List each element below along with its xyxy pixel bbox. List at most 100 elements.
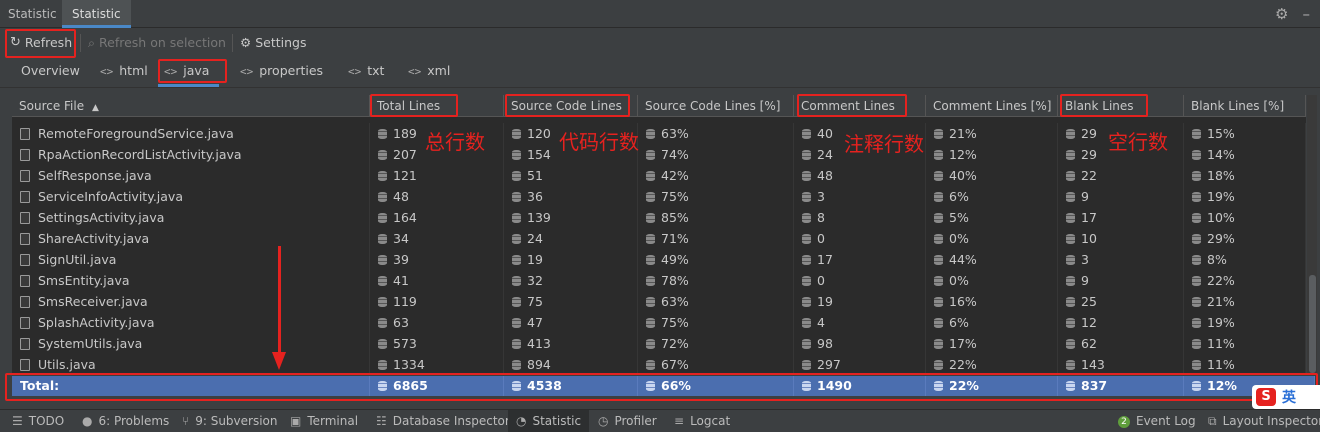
cell-value: 837 xyxy=(1081,378,1108,393)
cell-source-code-lines-percent: 75% xyxy=(638,312,794,333)
tab-txt[interactable]: <> txt xyxy=(348,58,384,87)
database-icon xyxy=(934,213,943,223)
database-icon xyxy=(512,360,521,370)
tab-java[interactable]: <> java xyxy=(158,58,220,87)
table-row[interactable]: SelfResponse.java 121 51 42% 48 40% 22 18% xyxy=(12,165,1306,186)
code-icon: <> xyxy=(348,65,362,78)
database-icon xyxy=(802,192,811,202)
cell-source-code-lines-percent: 67% xyxy=(638,354,794,375)
tab-properties[interactable]: <> properties xyxy=(240,58,323,87)
cell-value: 63% xyxy=(661,126,689,141)
cell-source-code-lines-percent: 74% xyxy=(638,144,794,165)
cell-value: 10 xyxy=(1081,231,1097,246)
table-row[interactable]: Utils.java 1334 894 67% 297 22% 143 11% xyxy=(12,354,1306,375)
refresh-on-selection-label: Refresh on selection xyxy=(99,35,226,50)
ime-indicator[interactable]: S 英 xyxy=(1252,385,1320,409)
database-icon xyxy=(512,192,521,202)
problems-button[interactable]: ● 6: Problems xyxy=(82,410,169,432)
cell-value: 6865 xyxy=(393,378,428,393)
minimize-icon[interactable]: – xyxy=(1303,5,1311,23)
database-icon xyxy=(378,381,387,391)
cell-value: 29 xyxy=(1081,147,1097,162)
cell-total-lines: 34 xyxy=(370,228,504,249)
cell-value: 29 xyxy=(1081,126,1097,141)
cell-value: Utils.java xyxy=(38,357,96,372)
table-row[interactable]: ShareActivity.java 34 24 71% 0 0% 10 29% xyxy=(12,228,1306,249)
database-icon xyxy=(1192,150,1201,160)
cell-blank-lines-percent: 11% xyxy=(1184,354,1306,375)
tab-label: properties xyxy=(259,63,324,78)
cell-value: SplashActivity.java xyxy=(38,315,155,330)
database-icon xyxy=(378,150,387,160)
database-icon xyxy=(934,192,943,202)
database-icon xyxy=(1192,129,1201,139)
cell-source-file: RpaActionRecordListActivity.java xyxy=(12,144,370,165)
tab-statistic-2[interactable]: Statistic xyxy=(62,0,131,28)
statistic-button[interactable]: ◔ Statistic xyxy=(508,410,590,432)
event-log-button[interactable]: 2 Event Log xyxy=(1118,410,1196,432)
cell-value: 44% xyxy=(949,252,977,267)
database-icon xyxy=(934,276,943,286)
table-row[interactable]: SignUtil.java 39 19 49% 17 44% 3 8% xyxy=(12,249,1306,270)
database-inspector-button[interactable]: ☷ Database Inspector xyxy=(376,410,510,432)
table-row[interactable]: SystemUtils.java 573 413 72% 98 17% 62 11% xyxy=(12,333,1306,354)
tab-statistic-1[interactable]: Statistic xyxy=(8,0,57,28)
table-row[interactable]: SettingsActivity.java 164 139 85% 8 5% 17 10% xyxy=(12,207,1306,228)
tab-overview[interactable]: Overview xyxy=(21,58,80,87)
cell-source-code-lines: 413 xyxy=(504,333,638,354)
annotation-arrow xyxy=(278,246,281,354)
cell-value: 1490 xyxy=(817,378,852,393)
refresh-on-selection-button[interactable]: ⌕ Refresh on selection xyxy=(88,28,226,58)
database-icon xyxy=(1192,381,1201,391)
profiler-button[interactable]: ◷ Profiler xyxy=(598,410,657,432)
cell-value: 22 xyxy=(1081,168,1097,183)
cell-value: 75 xyxy=(527,294,543,309)
database-icon xyxy=(646,255,655,265)
statistic-label: Statistic xyxy=(532,414,582,428)
cell-value: 17% xyxy=(949,336,977,351)
cell-source-file: ShareActivity.java xyxy=(12,228,370,249)
subversion-button[interactable]: ⑂ 9: Subversion xyxy=(182,410,278,432)
terminal-button[interactable]: ▣ Terminal xyxy=(290,410,358,432)
table-row[interactable]: SmsEntity.java 41 32 78% 0 0% 9 22% xyxy=(12,270,1306,291)
file-icon xyxy=(20,233,30,245)
cell-source-code-lines-percent: 63% xyxy=(638,123,794,144)
cell-value: 39 xyxy=(393,252,409,267)
file-icon xyxy=(20,317,30,329)
database-icon xyxy=(646,381,655,391)
database-icon xyxy=(646,129,655,139)
table-row[interactable]: SmsReceiver.java 119 75 63% 19 16% 25 21% xyxy=(12,291,1306,312)
cell-source-file: Total: xyxy=(12,376,370,396)
database-icon xyxy=(1066,297,1075,307)
cell-source-file: SettingsActivity.java xyxy=(12,207,370,228)
tab-xml[interactable]: <> xml xyxy=(408,58,450,87)
settings-button[interactable]: ⚙ Settings xyxy=(240,28,307,58)
scrollbar-thumb[interactable] xyxy=(1309,275,1316,373)
cell-value: 9 xyxy=(1081,189,1089,204)
layout-inspector-button[interactable]: ⧉ Layout Inspector xyxy=(1208,410,1320,432)
table-row[interactable] xyxy=(12,102,1306,123)
table-row[interactable]: SplashActivity.java 63 47 75% 4 6% 12 19% xyxy=(12,312,1306,333)
cell-value: 6% xyxy=(949,189,969,204)
logcat-button[interactable]: ≡ Logcat xyxy=(674,410,730,432)
tab-label: txt xyxy=(367,63,385,78)
refresh-icon: ↻ xyxy=(10,35,21,50)
cell-value: 21% xyxy=(1207,294,1235,309)
refresh-label: Refresh xyxy=(24,35,73,50)
cell-value: 3 xyxy=(1081,252,1089,267)
total-row[interactable]: Total: 6865 4538 66% 1490 22% 837 12% xyxy=(12,376,1315,396)
database-icon xyxy=(934,255,943,265)
sogou-logo-icon: S xyxy=(1256,388,1276,406)
terminal-icon: ▣ xyxy=(290,414,302,428)
tab-html[interactable]: <> html xyxy=(100,58,148,87)
cell-blank-lines-percent: 10% xyxy=(1184,207,1306,228)
toolbar: ↻ Refresh ⌕ Refresh on selection ⚙ Setti… xyxy=(0,28,1320,58)
file-icon xyxy=(20,275,30,287)
table-row[interactable]: ServiceInfoActivity.java 48 36 75% 3 6% 9 19% xyxy=(12,186,1306,207)
database-icon xyxy=(646,360,655,370)
gear-icon[interactable]: ⚙ xyxy=(1275,5,1288,23)
info-icon: ● xyxy=(82,414,93,428)
refresh-button[interactable]: ↻ Refresh xyxy=(10,28,72,58)
cell-comment-lines: 4 xyxy=(794,312,926,333)
todo-button[interactable]: ☰ TODO xyxy=(12,410,64,432)
